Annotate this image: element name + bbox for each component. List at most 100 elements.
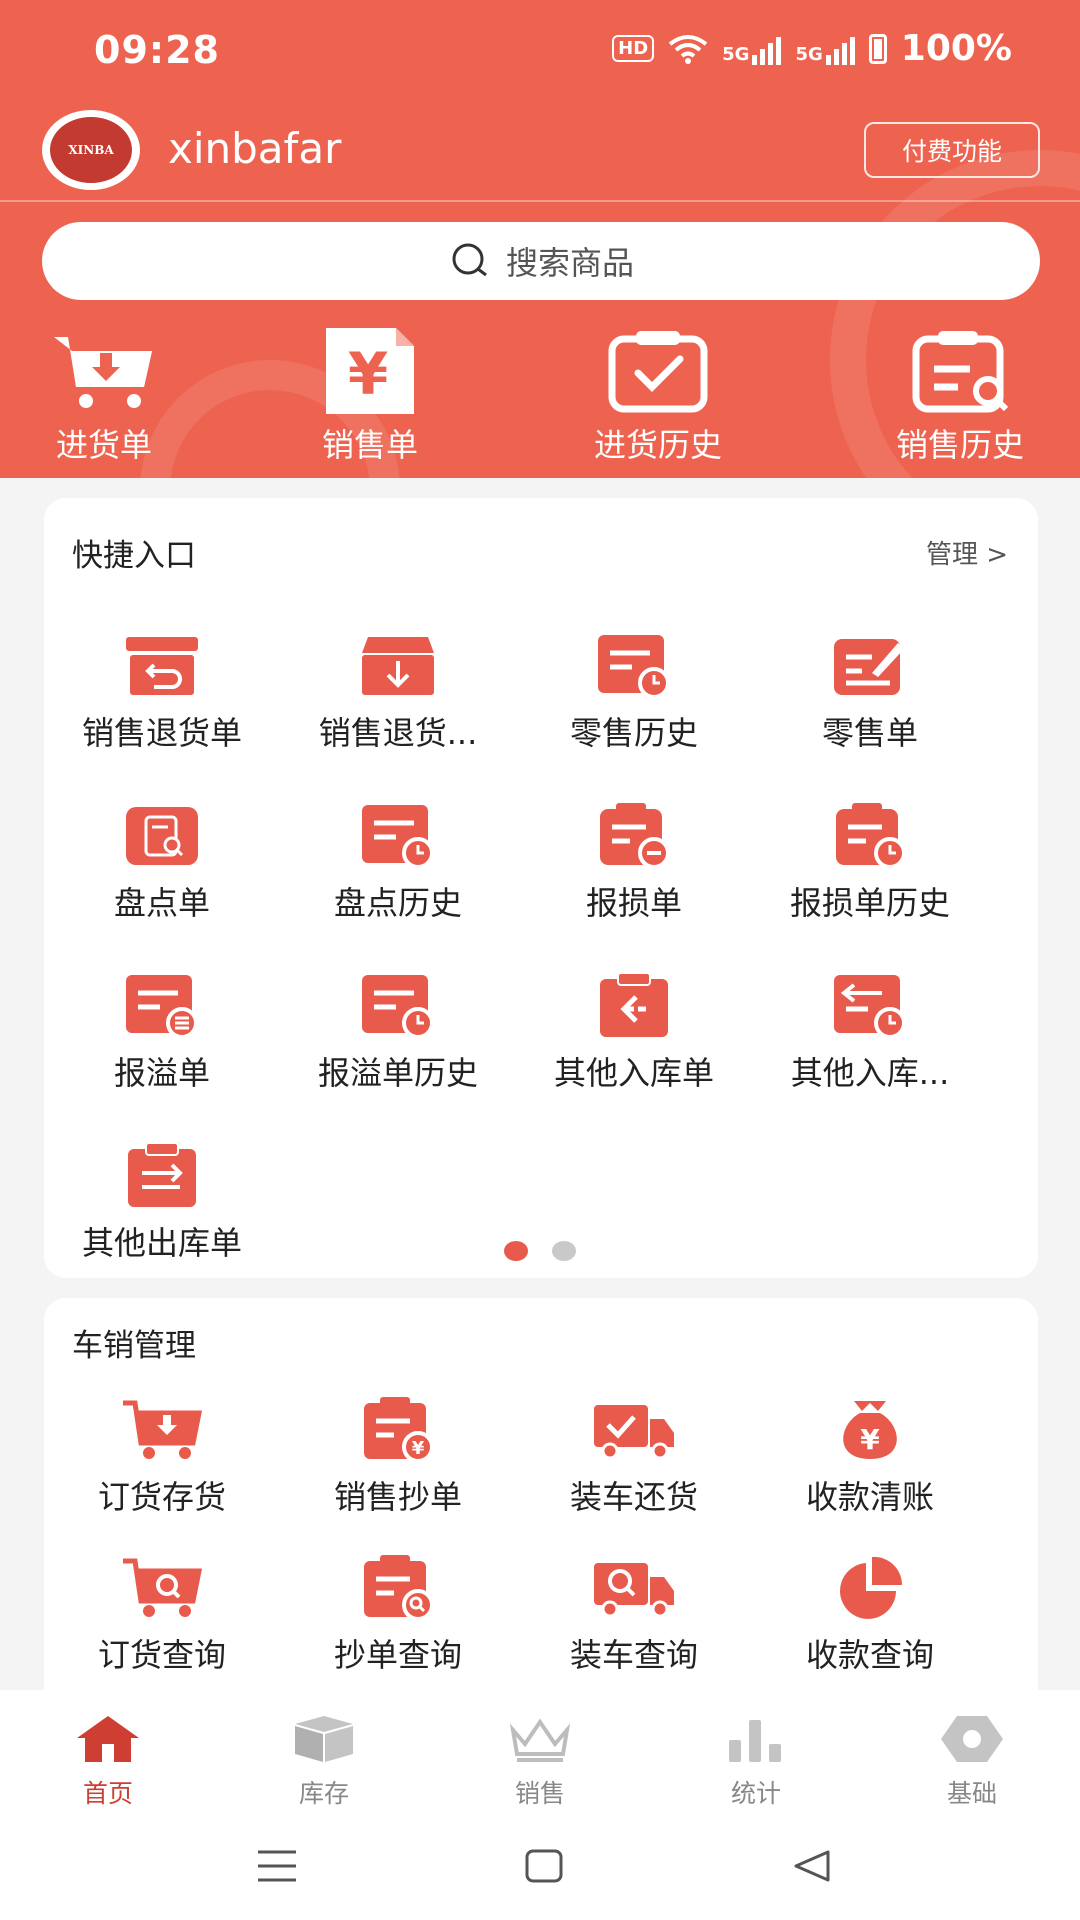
quick-item-sales-return[interactable]: 销售退货单 (44, 626, 280, 754)
action-label: 进货单 (55, 426, 152, 464)
car-item-payment-query[interactable]: 收款查询 (752, 1548, 988, 1676)
sales-history-button[interactable]: 销售历史 (850, 326, 1070, 466)
doc-clock-icon (362, 805, 434, 869)
logo-text: XINBA (50, 117, 132, 183)
search-placeholder: 搜索商品 (505, 244, 634, 282)
bar-chart-icon (729, 1720, 781, 1762)
return-box-icon (126, 637, 198, 695)
quick-item-stocktake[interactable]: 盘点单 (44, 796, 280, 924)
nav-label: 统计 (730, 1779, 781, 1808)
car-item-order-query[interactable]: 订货查询 (44, 1548, 280, 1676)
search-icon (452, 243, 487, 277)
nav-label: 基础 (946, 1779, 997, 1808)
clipboard-check-icon (608, 331, 708, 413)
car-item-label: 订货存货 (97, 1478, 226, 1516)
quick-item-stocktake-history[interactable]: 盘点历史 (280, 796, 516, 924)
clipboard-minus-icon (600, 803, 670, 869)
nav-basics[interactable]: 基础 (902, 1708, 1042, 1810)
pie-chart-icon (840, 1556, 903, 1619)
svg-text:¥: ¥ (860, 1423, 880, 1456)
cart-search-icon (123, 1558, 203, 1617)
car-item-load-query[interactable]: 装车查询 (516, 1548, 752, 1676)
nav-statistics[interactable]: 统计 (686, 1708, 826, 1810)
quick-item-label: 报溢单历史 (317, 1054, 478, 1092)
car-item-label: 抄单查询 (333, 1636, 462, 1674)
page-dot[interactable] (552, 1241, 576, 1261)
quick-item-overflow-report[interactable]: 报溢单 (44, 966, 280, 1094)
quick-item-label: 其他出库单 (81, 1224, 242, 1262)
purchase-order-button[interactable]: 进货单 (0, 326, 214, 466)
system-navigation-bar (0, 1820, 1080, 1920)
quick-item-other-inbound-history[interactable]: 其他入库... (752, 966, 988, 1094)
purchase-history-button[interactable]: 进货历史 (548, 326, 768, 466)
quick-item-other-outbound[interactable]: 其他出库单 (44, 1136, 280, 1264)
truck-check-icon (594, 1405, 674, 1460)
quick-item-loss-history[interactable]: 报损单历史 (752, 796, 988, 924)
wifi-icon (668, 34, 708, 64)
nav-sales[interactable]: 销售 (470, 1708, 610, 1810)
car-item-label: 收款查询 (805, 1636, 934, 1674)
home-icon (77, 1716, 139, 1762)
quick-item-label: 零售历史 (569, 714, 698, 752)
quick-item-label: 其他入库... (790, 1054, 950, 1092)
status-time: 09:28 (94, 28, 220, 72)
quick-item-overflow-history[interactable]: 报溢单历史 (280, 966, 516, 1094)
nav-home[interactable]: 首页 (38, 1708, 178, 1810)
car-item-label: 装车还货 (569, 1478, 698, 1516)
clipboard-search-icon (912, 331, 1009, 413)
paid-features-button[interactable]: 付费功能 (864, 122, 1040, 178)
doc-clock-icon (598, 635, 670, 699)
car-item-load-return[interactable]: 装车还货 (516, 1390, 752, 1518)
username: xinbafar (168, 124, 342, 173)
quick-item-label: 盘点历史 (333, 884, 462, 922)
car-item-order-stock[interactable]: 订货存货 (44, 1390, 280, 1518)
quick-item-loss-report[interactable]: 报损单 (516, 796, 752, 924)
nav-label: 库存 (298, 1779, 349, 1808)
square-icon[interactable] (524, 1848, 564, 1884)
quick-item-retail-history[interactable]: 零售历史 (516, 626, 752, 754)
status-bar: 09:28 HD 5G 5G 100% (0, 0, 1080, 100)
nav-inventory[interactable]: 库存 (254, 1708, 394, 1810)
back-triangle-icon[interactable] (792, 1848, 832, 1884)
svg-text:¥: ¥ (348, 340, 388, 408)
doc-clock-icon (362, 975, 434, 1039)
clipboard-yen-icon: ¥ (364, 1397, 434, 1463)
quick-item-label: 报损单 (585, 884, 682, 922)
quick-item-other-inbound[interactable]: 其他入库单 (516, 966, 752, 1094)
truck-search-icon (594, 1563, 674, 1618)
signal-icon: 5G (722, 33, 782, 65)
clipboard-in-icon (600, 973, 668, 1037)
sales-order-button[interactable]: ¥ 销售单 (260, 326, 480, 466)
doc-in-clock-icon (834, 975, 906, 1039)
car-item-sales-copy[interactable]: ¥ 销售抄单 (280, 1390, 516, 1518)
action-label: 销售历史 (895, 426, 1024, 464)
header: 09:28 HD 5G 5G 100% XINBA xinbafar 付费功能 … (0, 0, 1080, 478)
page-dot-active[interactable] (504, 1241, 528, 1261)
cart-down-icon (123, 1400, 203, 1459)
battery-icon (868, 33, 887, 64)
action-label: 进货历史 (593, 426, 722, 464)
app-bar: XINBA xinbafar 付费功能 (0, 110, 1080, 202)
status-icons: HD 5G 5G 100% (612, 28, 1012, 69)
money-bag-icon: ¥ (843, 1401, 897, 1459)
yen-document-icon: ¥ (326, 328, 414, 414)
nav-label: 首页 (82, 1779, 133, 1808)
quick-item-retail-order[interactable]: 零售单 (752, 626, 988, 754)
crown-icon (509, 1718, 571, 1762)
search-bar[interactable]: 搜索商品 (42, 222, 1040, 300)
logo[interactable]: XINBA (42, 110, 140, 190)
clipboard-search-icon (364, 1555, 434, 1621)
quick-item-label: 销售退货单 (81, 714, 242, 752)
quick-item-label: 销售退货... (318, 714, 478, 752)
box-down-icon (362, 637, 434, 695)
signal-icon: 5G (795, 33, 855, 65)
doc-coins-icon (126, 975, 198, 1039)
quick-item-sales-return-2[interactable]: 销售退货... (280, 626, 516, 754)
menu-icon[interactable] (256, 1848, 298, 1884)
manage-link[interactable]: 管理 > (926, 534, 1008, 571)
box-icon (295, 1716, 353, 1762)
car-item-copy-query[interactable]: 抄单查询 (280, 1548, 516, 1676)
quick-entry-card: 快捷入口 管理 > 销售退货单 销售退货... 零售历史 零售单 盘点单 盘点历… (44, 498, 1038, 1278)
clipboard-clock-icon (836, 803, 906, 869)
car-item-payment-settle[interactable]: ¥ 收款清账 (752, 1390, 988, 1518)
